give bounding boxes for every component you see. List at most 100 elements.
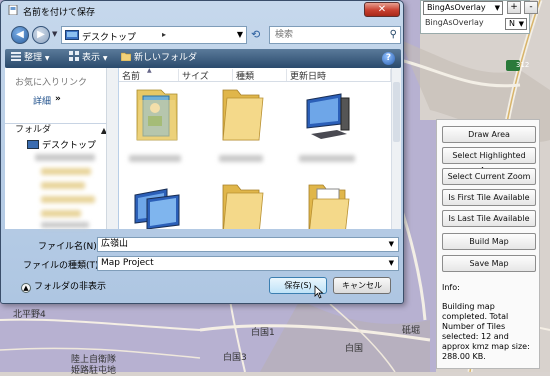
column-type[interactable]: 種類 [233,69,287,82]
address-bar[interactable]: デスクトップ ▸ ▼ [61,26,247,44]
recent-pages-dropdown[interactable]: ▼ [52,30,57,38]
favorites-more-icon[interactable]: » [55,94,61,104]
organize-label: 整理 [24,53,43,63]
views-menu[interactable]: 表示 ▼ [69,51,108,66]
refresh-icon[interactable]: ⟲ [251,28,260,41]
file-list-scrollbar[interactable] [391,68,401,229]
map-place-label: 北平野4 [13,310,46,320]
file-name-value: 広嶺山 [101,239,129,249]
scrollbar-thumb[interactable] [393,82,400,142]
tree-item-blurred[interactable] [41,210,81,217]
tree-item-label: デスクトップ [42,141,97,151]
organize-menu[interactable]: 整理 ▼ [11,51,50,66]
layer-select-value: BingAsOverlay [427,3,486,12]
hide-folders-toggle[interactable]: ▲ フォルダの非表示 [21,279,106,293]
hide-folders-label: フォルダの非表示 [34,282,107,292]
address-text: デスクトップ [82,33,137,43]
chevron-up-icon: ▲ [21,283,31,293]
tree-item-blurred[interactable] [41,182,85,189]
file-name-field[interactable]: 広嶺山 ▼ [97,237,399,252]
column-name[interactable]: 名前 ▲ [119,68,179,82]
select-highlighted-area-button[interactable]: Select Highlighted Area [442,147,536,175]
map-tool-panel: Draw Area Select Highlighted Area Select… [436,119,540,369]
info-title: Info: [442,283,460,292]
build-map-button[interactable]: Build Map [442,233,536,250]
column-header-row: 名前 ▲ サイズ 種類 更新日時 [119,68,391,82]
chevron-right-icon[interactable]: ▸ [162,30,166,39]
search-box: ⚲ [269,26,401,44]
file-name-blurred [299,155,355,162]
dialog-titlebar[interactable]: 名前を付けて保存 ✕ [1,1,403,19]
close-button[interactable]: ✕ [364,2,400,17]
dialog-title: 名前を付けて保存 [23,8,96,18]
favorite-links-header: お気に入りリンク [15,78,88,88]
chevron-down-icon: ▼ [102,55,108,62]
help-button[interactable]: ? [382,52,395,65]
map-place-label: 姫路駐屯地 [71,366,117,376]
zoom-in-button[interactable]: + [507,1,521,14]
map-place-label: 白国1 [251,328,275,338]
is-last-tile-available-button[interactable]: Is Last Tile Available [442,210,536,227]
info-message: Building map completed. Total Number of … [442,302,530,361]
views-label: 表示 [82,53,101,63]
column-modified[interactable]: 更新日時 [287,69,391,82]
mouse-cursor-icon [314,285,324,299]
tree-item-blurred[interactable] [41,196,95,203]
route-number-label: 312 [516,61,530,69]
is-first-tile-available-button[interactable]: Is First Tile Available [442,189,536,206]
file-name-label: ファイル名(N): [38,242,100,252]
cancel-button[interactable]: キャンセル [333,277,391,294]
views-icon [69,51,79,61]
draw-area-button[interactable]: Draw Area [442,126,536,143]
save-as-dialog: 名前を付けて保存 ✕ ◀ ▶ ▼ デスクトップ ▸ ▼ ⟲ ⚲ 整理 ▼ [0,0,404,304]
chevron-down-icon: ▼ [518,20,524,28]
back-button[interactable]: ◀ [11,26,29,44]
overlay-layer-label: BingAsOverlay [425,18,484,27]
save-options-area: ファイル名(N): 広嶺山 ▼ ファイルの種類(T): Map Project … [5,231,401,301]
file-type-label: ファイルの種類(T): [23,261,102,271]
organize-icon [11,52,21,61]
search-icon[interactable]: ⚲ [390,29,397,40]
documents-folder-icon[interactable] [301,181,353,229]
tree-item-blurred[interactable] [35,154,95,161]
select-current-zoom-button[interactable]: Select Current Zoom [442,168,536,185]
folders-header[interactable]: フォルダ ▲ [5,123,117,136]
file-type-select[interactable]: Map Project ▼ [97,256,399,271]
tree-item-blurred[interactable] [41,222,89,228]
file-type-value: Map Project [101,258,154,268]
tree-item-blurred[interactable] [41,168,91,175]
folder-icon[interactable] [215,86,267,142]
small-select-value: N [509,19,515,28]
map-place-label: 砥堀 [402,326,421,336]
chevron-down-icon: ▼ [44,55,50,62]
chevron-down-icon[interactable]: ▼ [389,257,394,270]
sort-up-icon: ▲ [147,68,152,74]
chevron-down-icon[interactable]: ▼ [389,238,394,251]
column-size[interactable]: サイズ [179,69,233,82]
navigation-scrollbar[interactable] [106,68,118,229]
favorites-detail-link[interactable]: 詳細 [33,94,51,107]
computer-icon[interactable] [131,181,183,229]
new-folder-label: 新しいフォルダ [134,53,198,63]
file-name-blurred [219,155,263,162]
zoom-out-button[interactable]: - [524,1,538,14]
map-place-label: 白国3 [223,353,247,363]
folder-icon[interactable] [215,181,267,229]
file-name-blurred [129,155,181,162]
navigation-pane: お気に入りリンク 詳細 » フォルダ ▲ デスクトップ [5,68,118,229]
map-place-label: 白国 [345,344,364,354]
folders-label: フォルダ [15,125,52,135]
new-folder-icon [121,52,131,61]
computer-icon[interactable] [301,86,353,142]
chevron-down-icon[interactable]: ▼ [237,30,243,39]
forward-button[interactable]: ▶ [32,26,50,44]
file-list-pane: 名前 ▲ サイズ 種類 更新日時 [119,68,401,229]
small-select[interactable]: N ▼ [505,18,527,30]
new-folder-button[interactable]: 新しいフォルダ [121,51,197,66]
layer-select[interactable]: BingAsOverlay ▼ [423,1,503,15]
chevron-down-icon: ▼ [494,4,500,12]
search-input[interactable] [273,28,385,42]
contacts-folder-icon[interactable] [131,86,183,142]
tree-item-desktop[interactable]: デスクトップ [27,138,96,151]
save-map-button[interactable]: Save Map [442,255,536,272]
